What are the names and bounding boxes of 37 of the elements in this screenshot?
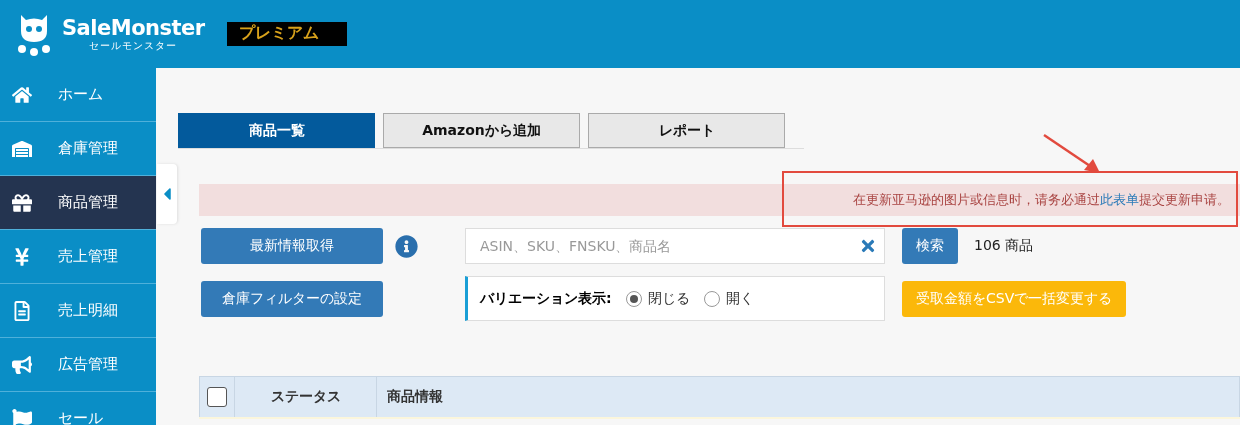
notice-text: 在更新亚马逊的图片或信息时，请务必通过此表单提交更新申请。 <box>853 191 1230 209</box>
logo-subtext: セールモンスター <box>89 40 178 52</box>
radio-option[interactable]: 開く <box>703 289 754 308</box>
radio-option[interactable]: 閉じる <box>625 289 690 308</box>
sidebar-item[interactable]: 商品管理 <box>0 176 156 230</box>
sidebar-item[interactable]: 売上明細 <box>0 284 156 338</box>
yen-icon <box>12 246 32 267</box>
tab[interactable]: レポート <box>588 113 785 148</box>
gift-icon <box>12 192 32 213</box>
home-icon <box>12 84 32 105</box>
radio-button[interactable] <box>703 290 720 307</box>
column-header: ステータス <box>270 388 341 406</box>
column-header: 商品情報 <box>387 388 443 406</box>
select-all-checkbox[interactable] <box>207 387 227 407</box>
info-icon[interactable] <box>395 234 418 258</box>
sidebar-item[interactable]: 広告管理 <box>0 338 156 392</box>
tab[interactable]: Amazonから追加 <box>383 113 580 148</box>
document-icon <box>12 300 32 321</box>
sidebar-item[interactable]: ホーム <box>0 68 156 122</box>
result-count: 106 商品 <box>974 237 1034 255</box>
logo-text: SaleMonster <box>62 16 205 40</box>
search-field[interactable]: ASIN、SKU、FNSKU、商品名 <box>465 228 885 264</box>
collapse-handle[interactable] <box>157 164 177 224</box>
refresh-button[interactable]: 最新情報取得 <box>201 228 383 264</box>
tab[interactable]: 商品一覧 <box>178 113 375 148</box>
sidebar-item[interactable]: 売上管理 <box>0 230 156 284</box>
warehouse-icon <box>12 138 32 159</box>
clear-icon[interactable] <box>859 237 877 255</box>
flag-icon <box>12 408 32 425</box>
filter-button[interactable]: 倉庫フィルターの設定 <box>201 280 383 317</box>
form-link[interactable]: 此表单 <box>1100 192 1139 207</box>
radio-button[interactable] <box>625 290 642 307</box>
variation-label: バリエーション表示: <box>480 289 612 308</box>
plan-badge: プレミアム <box>226 22 347 46</box>
search-button[interactable]: 検索 <box>902 228 958 264</box>
megaphone-icon <box>12 354 32 375</box>
sidebar-item[interactable]: セール <box>0 392 156 425</box>
